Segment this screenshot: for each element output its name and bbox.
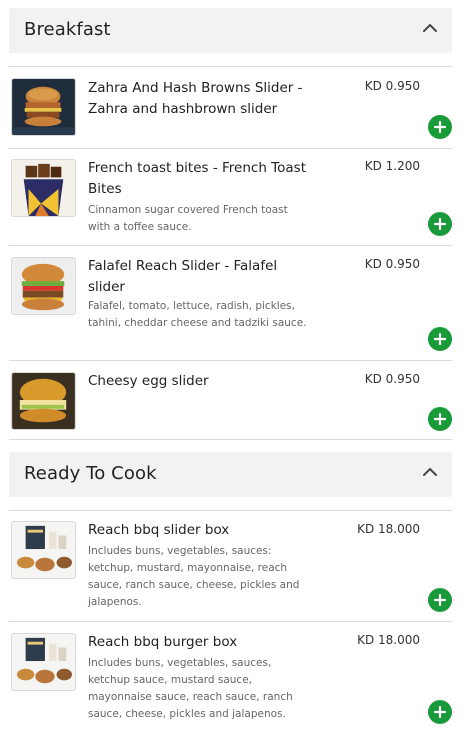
item-description: Includes buns, vegetables, sauces, ketch… (88, 657, 293, 720)
item-price: KD 0.950 (364, 372, 420, 386)
add-button[interactable] (428, 212, 452, 236)
plus-icon (434, 706, 446, 718)
menu-item[interactable]: Cheesy egg slider KD 0.950 (9, 362, 452, 440)
add-button[interactable] (428, 407, 452, 431)
item-description: Includes buns, vegetables, sauces: ketch… (88, 545, 300, 608)
menu-item[interactable]: Reach bbq burger box Includes buns, vege… (9, 623, 452, 742)
add-button[interactable] (428, 327, 452, 351)
item-name: Reach bbq burger box (88, 634, 238, 650)
chevron-up-icon[interactable] (422, 23, 438, 33)
add-button[interactable] (428, 700, 452, 724)
add-button[interactable] (428, 588, 452, 612)
item-price: KD 18.000 (357, 633, 420, 647)
item-name: Zahra And Hash Browns Slider - Zahra and… (88, 80, 303, 117)
french-toast-cup-image (11, 159, 76, 217)
section-header-breakfast[interactable]: Breakfast (9, 8, 452, 53)
item-price: KD 1.200 (364, 159, 420, 173)
egg-slider-image (11, 372, 76, 430)
plus-icon (434, 218, 446, 230)
menu-item[interactable]: Reach bbq slider box Includes buns, vege… (9, 511, 452, 622)
item-name: Cheesy egg slider (88, 373, 209, 389)
section-header-ready-to-cook[interactable]: Ready To Cook (9, 452, 452, 497)
item-price: KD 0.950 (364, 79, 420, 93)
chevron-up-icon[interactable] (422, 467, 438, 477)
bbq-box-image (11, 633, 76, 691)
plus-icon (434, 413, 446, 425)
bbq-box-image (11, 521, 76, 579)
falafel-slider-image (11, 257, 76, 315)
add-button[interactable] (428, 115, 452, 139)
plus-icon (434, 594, 446, 606)
plus-icon (434, 121, 446, 133)
item-name: Reach bbq slider box (88, 522, 230, 538)
section-title: Breakfast (24, 19, 111, 40)
section-title: Ready To Cook (24, 463, 157, 484)
item-description: Cinnamon sugar covered French toast with… (88, 204, 288, 233)
menu-item[interactable]: Zahra And Hash Browns Slider - Zahra and… (9, 67, 452, 149)
menu-item[interactable]: Falafel Reach Slider - Falafel slider Fa… (9, 247, 452, 361)
item-name: Falafel Reach Slider - Falafel slider (88, 258, 278, 295)
item-name: French toast bites - French Toast Bites (88, 160, 306, 197)
burger-hashbrown-image (11, 78, 76, 136)
plus-icon (434, 333, 446, 345)
item-price: KD 18.000 (357, 522, 420, 536)
item-price: KD 0.950 (364, 257, 420, 271)
item-description: Falafel, tomato, lettuce, radish, pickle… (88, 300, 307, 329)
menu-item[interactable]: French toast bites - French Toast Bites … (9, 150, 452, 246)
